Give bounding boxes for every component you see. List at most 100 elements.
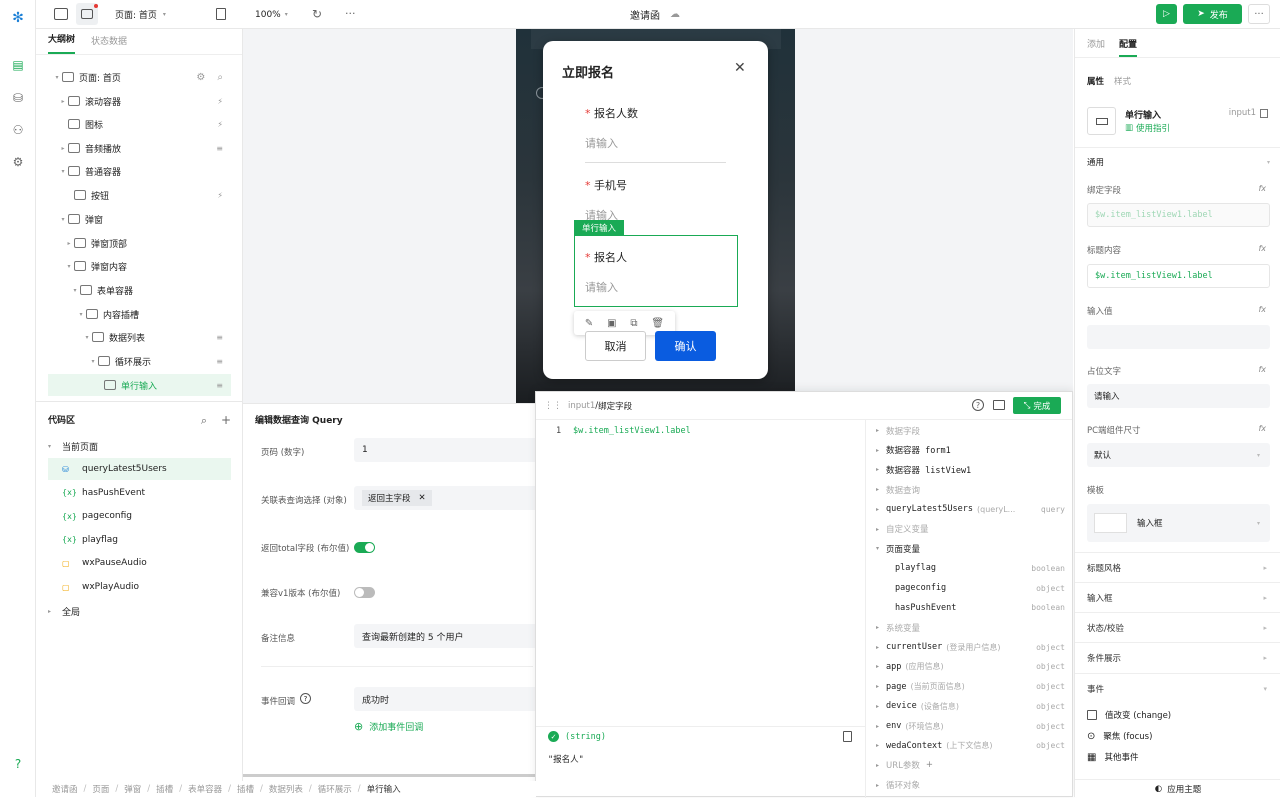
variable-item[interactable]: ▸ env (环境信息) object (876, 717, 1071, 736)
guide-link[interactable]: ▥ 使用指引 (1125, 122, 1170, 134)
breadcrumb-item[interactable]: 数据列表 (269, 783, 303, 795)
tree-arrow-icon[interactable]: ▾ (82, 334, 92, 341)
variable-item[interactable]: ▸ device (设备信息) object (876, 697, 1071, 716)
bool-toggle[interactable] (354, 542, 375, 553)
users-icon[interactable]: ⚇ (8, 120, 28, 140)
fx-icon[interactable]: fx (1258, 424, 1266, 433)
tree-item[interactable]: 按钮 ⚡ (48, 184, 231, 206)
variable-group[interactable]: ▸ 系统变量 (876, 618, 1071, 637)
code-item[interactable]: ⛁ queryLatest5Users (48, 458, 231, 480)
copy-icon[interactable]: ⧉ (630, 318, 637, 329)
help-icon[interactable]: ? (8, 754, 28, 774)
tree-item[interactable]: ▸ 弹窗顶部 (48, 232, 231, 254)
right-section[interactable]: 条件展示 ▸ (1075, 642, 1280, 672)
variable-item[interactable]: ▸ page (当前页面信息) object (876, 677, 1071, 696)
more-icon[interactable]: ··· (345, 7, 356, 20)
events-section[interactable]: 事件 ▾ (1075, 673, 1280, 703)
breadcrumb-item[interactable]: 单行输入 (367, 783, 401, 795)
variable-group[interactable]: ▸ 自定义变量 (876, 520, 1071, 539)
variable-item[interactable]: ▾ 页面变量 (876, 539, 1071, 558)
delete-icon[interactable]: 🗑 (651, 318, 664, 329)
tree-item[interactable]: ▸ 滚动容器 ⚡ (48, 90, 231, 112)
code-item[interactable]: {x} playflag (48, 529, 231, 551)
drag-handle-icon[interactable]: ⋮⋮ (544, 401, 562, 411)
tree-item[interactable]: ▾ 表单容器 (48, 279, 231, 301)
close-icon[interactable]: ✕ (734, 60, 746, 76)
tree-arrow-icon[interactable]: ▾ (58, 168, 68, 175)
variable-item[interactable]: ▸ queryLatest5Users (queryL... query (876, 500, 1071, 519)
tree-arrow-icon[interactable]: ▾ (58, 216, 68, 223)
code-item[interactable]: {x} hasPushEvent (48, 482, 231, 504)
database-icon[interactable]: ⛁ (8, 88, 28, 108)
breadcrumb-item[interactable]: 表单容器 (188, 783, 222, 795)
tree-item[interactable]: ▾ 数据列表 ≡ (48, 326, 231, 348)
help-circle-icon[interactable]: ? (972, 399, 984, 411)
tree-item[interactable]: 图标 ⚡ (48, 113, 231, 135)
tab-add[interactable]: 添加 (1087, 37, 1105, 50)
help-circle-icon[interactable]: ? (300, 693, 311, 704)
copy-icon[interactable] (843, 731, 852, 742)
add-icon[interactable]: + (926, 760, 933, 770)
layout-view-button[interactable] (76, 3, 98, 25)
tree-arrow-icon[interactable]: ▸ (58, 98, 68, 105)
fx-icon[interactable]: fx (1258, 184, 1266, 193)
variable-item[interactable]: ▸ 数据容器 form1 (876, 441, 1071, 460)
tree-arrow-icon[interactable]: ▾ (70, 287, 80, 294)
variable-item[interactable]: ▸ 数据容器 listView1 (876, 460, 1071, 479)
more-menu-button[interactable]: ··· (1248, 4, 1270, 24)
tree-arrow-icon[interactable]: ▸ (58, 145, 68, 152)
variable-group[interactable]: ▸ 数据查询 (876, 480, 1071, 499)
close-icon[interactable]: ✕ (419, 493, 426, 503)
event-other[interactable]: ▦ 其他事件 (1087, 751, 1138, 764)
field-name-input[interactable]: 请输入 (585, 279, 618, 295)
variable-item[interactable]: ▸ currentUser (登录用户信息) object (876, 638, 1071, 657)
code-group-current[interactable]: ▾ 当前页面 (48, 435, 98, 457)
field-count-input[interactable]: 请输入 (585, 135, 618, 151)
fx-icon[interactable]: fx (1258, 305, 1266, 314)
fx-icon[interactable]: fx (1258, 365, 1266, 374)
tree-item[interactable]: 单行输入 ≡ (48, 374, 231, 396)
placeholder-input[interactable]: 请输入 (1087, 384, 1270, 408)
breadcrumb-item[interactable]: 插槽 (156, 783, 173, 795)
right-section[interactable]: 输入框 ▸ (1075, 582, 1280, 612)
pc-size-select[interactable]: 默认 ▾ (1087, 443, 1270, 467)
tree-item[interactable]: ▾ 内容插槽 (48, 303, 231, 325)
zoom-selector[interactable]: 100% ▾ (255, 0, 288, 29)
code-item[interactable]: {x} pageconfig (48, 505, 231, 527)
preview-button[interactable]: ▷ (1156, 4, 1177, 24)
variable-group[interactable]: ▸ 循环对象 (876, 776, 1071, 795)
outline-icon[interactable]: ▤ (8, 55, 28, 75)
tab-config[interactable]: 配置 (1119, 29, 1138, 57)
tree-item[interactable]: ▾ 普通容器 (48, 160, 231, 182)
code-item[interactable]: ▢ wxPauseAudio (48, 552, 231, 574)
variable-item[interactable]: playflag boolean (876, 559, 1071, 578)
cancel-button[interactable]: 取消 (585, 331, 646, 361)
variable-group[interactable]: ▸ 数据字段 (876, 421, 1071, 440)
publish-button[interactable]: ➤ 发布 (1183, 4, 1242, 24)
template-select[interactable]: 输入框 ▾ (1087, 504, 1270, 542)
fx-icon[interactable]: fx (1258, 244, 1266, 253)
variable-group[interactable]: ▸ URL参数 + (876, 756, 1071, 775)
add-icon[interactable]: + (221, 413, 231, 427)
outline-view-icon[interactable] (54, 8, 68, 20)
breadcrumb-item[interactable]: 插槽 (237, 783, 254, 795)
tab-outline[interactable]: 大纲树 (48, 32, 76, 54)
tree-arrow-icon[interactable]: ▾ (88, 358, 98, 365)
tree-item[interactable]: ▾ 页面: 首页 ⚙ ⌕ (48, 66, 231, 88)
variable-item[interactable]: ▸ wedaContext (上下文信息) object (876, 736, 1071, 755)
page-selector[interactable]: 页面: 首页 ▾ (115, 0, 166, 29)
tree-arrow-icon[interactable]: ▾ (64, 263, 74, 270)
settings-icon[interactable]: ⚙ (8, 152, 28, 172)
save-icon[interactable]: ▣ (607, 318, 616, 329)
event-change[interactable]: 值改变 (change) (1087, 709, 1171, 721)
edit-icon[interactable]: ✎ (585, 318, 593, 329)
selected-input-frame[interactable] (574, 235, 738, 307)
search-icon[interactable]: ⌕ (217, 72, 223, 83)
confirm-button[interactable]: 确认 (655, 331, 716, 361)
input-value-field[interactable] (1087, 325, 1270, 349)
tree-item[interactable]: ▾ 循环展示 ≡ (48, 350, 231, 372)
tree-arrow-icon[interactable]: ▾ (52, 74, 62, 81)
tree-item[interactable]: ▾ 弹窗内容 (48, 255, 231, 277)
right-section[interactable]: 状态/校验 ▸ (1075, 612, 1280, 642)
variable-item[interactable]: pageconfig object (876, 579, 1071, 598)
